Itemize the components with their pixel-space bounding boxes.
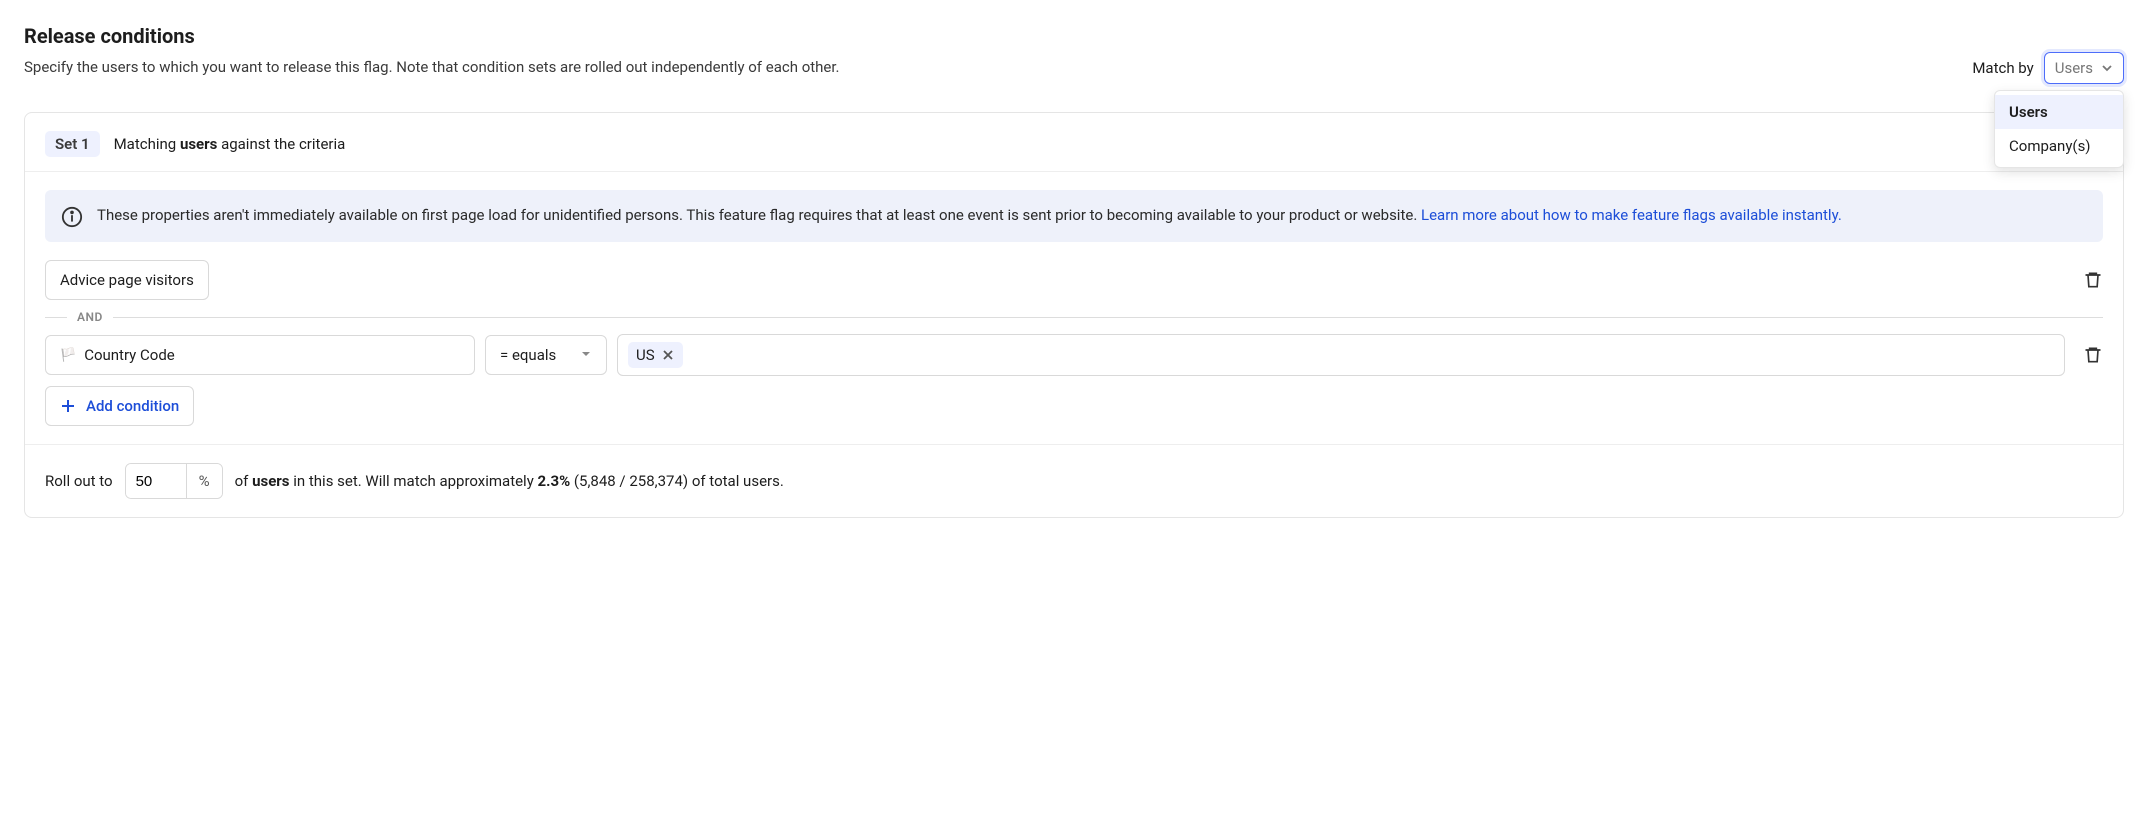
page-title: Release conditions (24, 24, 1972, 48)
dropdown-item-companies[interactable]: Company(s) (1995, 129, 2123, 163)
property-select[interactable]: 🏳️ Country Code (45, 335, 475, 375)
and-label: AND (67, 310, 113, 324)
rollout-summary: of users in this set. Will match approxi… (235, 472, 784, 490)
value-chip-us: US (628, 342, 683, 368)
matchby-select[interactable]: Users (2044, 52, 2124, 84)
caret-down-icon (580, 346, 592, 364)
property-icon: 🏳️ (60, 348, 76, 363)
cohort-chip[interactable]: Advice page visitors (45, 260, 209, 300)
operator-select[interactable]: = equals (485, 335, 607, 375)
percent-unit: % (186, 464, 222, 498)
matchby-label: Match by (1972, 59, 2033, 77)
plus-icon (60, 398, 76, 414)
rollout-percent-input[interactable] (126, 464, 186, 498)
page-subtitle: Specify the users to which you want to r… (24, 58, 1972, 76)
condition-set-card: Set 1 Matching users against the criteri… (24, 112, 2124, 518)
and-separator: AND (25, 310, 2123, 324)
set-header: Set 1 Matching users against the criteri… (25, 113, 2123, 172)
matchby-selected-value: Users (2055, 59, 2093, 77)
add-condition-label: Add condition (86, 397, 179, 415)
set-description: Matching users against the criteria (114, 135, 346, 153)
operator-label: = equals (500, 346, 556, 364)
add-condition-button[interactable]: Add condition (45, 386, 194, 426)
info-icon (61, 206, 83, 228)
matchby-dropdown: Users Company(s) (1994, 90, 2124, 168)
delete-condition-button[interactable] (2083, 270, 2103, 290)
delete-condition-button[interactable] (2083, 345, 2103, 365)
remove-value-icon[interactable] (661, 348, 675, 362)
value-input[interactable]: US (617, 334, 2065, 376)
rollout-percent-input-wrap: % (125, 463, 223, 499)
rollout-row: Roll out to % of users in this set. Will… (25, 444, 2123, 517)
set-badge: Set 1 (45, 131, 100, 157)
dropdown-item-users[interactable]: Users (1995, 95, 2123, 129)
info-banner: These properties aren't immediately avai… (45, 190, 2103, 242)
rollout-prefix: Roll out to (45, 472, 113, 490)
property-label: Country Code (84, 346, 175, 364)
chevron-down-icon (2101, 62, 2113, 74)
info-text: These properties aren't immediately avai… (97, 204, 1842, 227)
info-learn-more-link[interactable]: Learn more about how to make feature fla… (1421, 206, 1842, 224)
